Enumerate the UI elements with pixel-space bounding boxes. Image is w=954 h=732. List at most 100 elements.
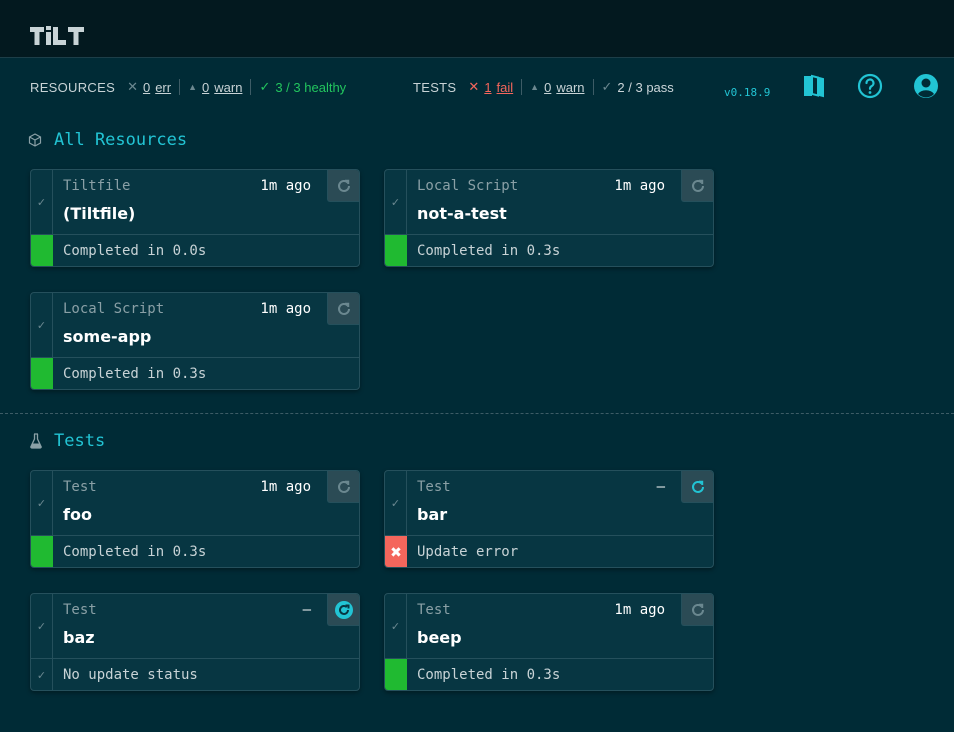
card-select-check[interactable]: ✓	[385, 471, 407, 535]
user-circle-icon[interactable]	[912, 72, 940, 100]
card-name[interactable]: baz	[63, 628, 95, 647]
status-ok-indicator	[31, 358, 53, 389]
trigger-update-button[interactable]	[681, 594, 713, 626]
card-select-check[interactable]: ✓	[31, 293, 53, 357]
resources-err-count: 0	[142, 79, 151, 95]
card-status-row: Completed in 0.0s	[31, 234, 359, 266]
card-status-row: Completed in 0.3s	[385, 234, 713, 266]
card-kind: Test	[417, 602, 451, 618]
trigger-update-button[interactable]	[327, 471, 359, 503]
card-last-update: 1m ago	[614, 602, 665, 618]
card-last-update: 1m ago	[614, 178, 665, 194]
trigger-update-button[interactable]	[681, 170, 713, 202]
card-last-update: 1m ago	[260, 301, 311, 317]
status-none-indicator: ✓	[31, 659, 53, 690]
card-select-check[interactable]: ✓	[385, 594, 407, 658]
refresh-icon	[691, 603, 704, 616]
all-resources-heading: All Resources	[28, 130, 187, 150]
status-error-indicator: ✖	[385, 536, 407, 567]
tests-warn-label: warn	[556, 79, 585, 95]
resource-card[interactable]: ✓ Test – baz ✓ No update status	[30, 593, 360, 691]
refresh-icon	[334, 600, 353, 619]
card-kind: Tiltfile	[63, 178, 131, 194]
card-select-check[interactable]: ✓	[31, 471, 53, 535]
tests-pass-text: 2 / 3 pass	[617, 79, 674, 95]
card-kind: Local Script	[63, 301, 165, 317]
status-ok-indicator	[31, 536, 53, 567]
card-name[interactable]: bar	[417, 505, 447, 524]
warning-triangle-icon: ▲	[188, 82, 198, 92]
refresh-icon	[691, 179, 704, 192]
resources-warn-count: 0	[202, 79, 210, 95]
section-divider	[0, 413, 954, 414]
tests-label: TESTS	[413, 79, 457, 95]
card-status-row: Completed in 0.3s	[31, 357, 359, 389]
error-x-icon: ✕	[127, 79, 138, 94]
resource-card[interactable]: ✓ Test 1m ago beep Completed in 0.3s	[384, 593, 714, 691]
card-last-update: –	[656, 479, 665, 495]
tests-fail-filter[interactable]: ✕ 1 fail	[468, 79, 521, 95]
card-status-text: Completed in 0.3s	[417, 667, 561, 683]
check-icon: ✓	[36, 496, 47, 510]
card-last-update: 1m ago	[260, 178, 311, 194]
card-kind: Local Script	[417, 178, 519, 194]
card-status-row: Completed in 0.3s	[385, 658, 713, 690]
resource-card[interactable]: ✓ Tiltfile 1m ago (Tiltfile) Completed in 0.…	[30, 169, 360, 267]
tilt-logo[interactable]	[30, 26, 88, 46]
card-name[interactable]: foo	[63, 505, 92, 524]
card-select-check[interactable]: ✓	[31, 594, 53, 658]
check-icon: ✓	[390, 496, 401, 510]
resources-healthy: ✓ 3 / 3 healthy	[251, 79, 354, 95]
refresh-icon	[691, 480, 704, 493]
status-ok-indicator	[31, 235, 53, 266]
card-status-row: ✓ No update status	[31, 658, 359, 690]
card-name[interactable]: (Tiltfile)	[63, 204, 135, 223]
top-bar	[0, 0, 954, 58]
trigger-update-button[interactable]	[327, 594, 359, 626]
refresh-icon	[337, 179, 350, 192]
resource-card[interactable]: ✓ Local Script 1m ago not-a-test Completed i…	[384, 169, 714, 267]
check-icon: ✓	[259, 79, 271, 94]
resource-card[interactable]: ✓ Test 1m ago foo Completed in 0.3s	[30, 470, 360, 568]
trigger-update-button[interactable]	[327, 293, 359, 325]
resources-warn-filter[interactable]: ▲ 0 warn	[180, 79, 250, 95]
card-name[interactable]: some-app	[63, 327, 151, 346]
resources-err-filter[interactable]: ✕ 0 err	[127, 79, 179, 95]
card-last-update: –	[302, 602, 311, 618]
status-ok-indicator	[385, 659, 407, 690]
all-resources-title: All Resources	[54, 130, 188, 150]
card-kind: Test	[63, 479, 97, 495]
refresh-icon	[337, 480, 350, 493]
card-select-check[interactable]: ✓	[31, 170, 53, 234]
book-icon[interactable]	[800, 72, 828, 100]
version-label: v0.18.9	[724, 86, 771, 99]
resource-card[interactable]: ✓ Local Script 1m ago some-app Completed in …	[30, 292, 360, 390]
card-name[interactable]: beep	[417, 628, 462, 647]
tests-pass: ✓ 2 / 3 pass	[594, 79, 682, 95]
resource-card[interactable]: ✓ Test – bar ✖ Update error	[384, 470, 714, 568]
resources-summary: RESOURCES ✕ 0 err ▲ 0 warn ✓ 3 / 3 healt…	[30, 58, 354, 116]
tests-fail-label: fail	[496, 79, 514, 95]
card-status-row: ✖ Update error	[385, 535, 713, 567]
card-status-text: Completed in 0.3s	[63, 544, 207, 560]
card-kind: Test	[417, 479, 451, 495]
card-status-text: No update status	[63, 667, 198, 683]
card-status-text: Completed in 0.3s	[417, 243, 561, 259]
card-select-check[interactable]: ✓	[385, 170, 407, 234]
tests-heading: Tests	[30, 431, 105, 451]
help-circle-icon[interactable]	[856, 72, 884, 100]
refresh-icon	[337, 302, 350, 315]
tests-warn-filter[interactable]: ▲ 0 warn	[522, 79, 592, 95]
resources-warn-label: warn	[214, 79, 243, 95]
trigger-update-button[interactable]	[681, 471, 713, 503]
tests-summary: TESTS ✕ 1 fail ▲ 0 warn ✓ 2 / 3 pass	[413, 58, 682, 116]
status-ok-indicator	[385, 235, 407, 266]
card-status-text: Completed in 0.3s	[63, 366, 207, 382]
card-status-text: Completed in 0.0s	[63, 243, 207, 259]
check-icon: ✓	[601, 79, 613, 94]
resources-err-label: err	[155, 79, 172, 95]
check-icon: ✓	[36, 619, 47, 633]
card-name[interactable]: not-a-test	[417, 204, 507, 223]
flask-icon	[30, 433, 42, 449]
trigger-update-button[interactable]	[327, 170, 359, 202]
